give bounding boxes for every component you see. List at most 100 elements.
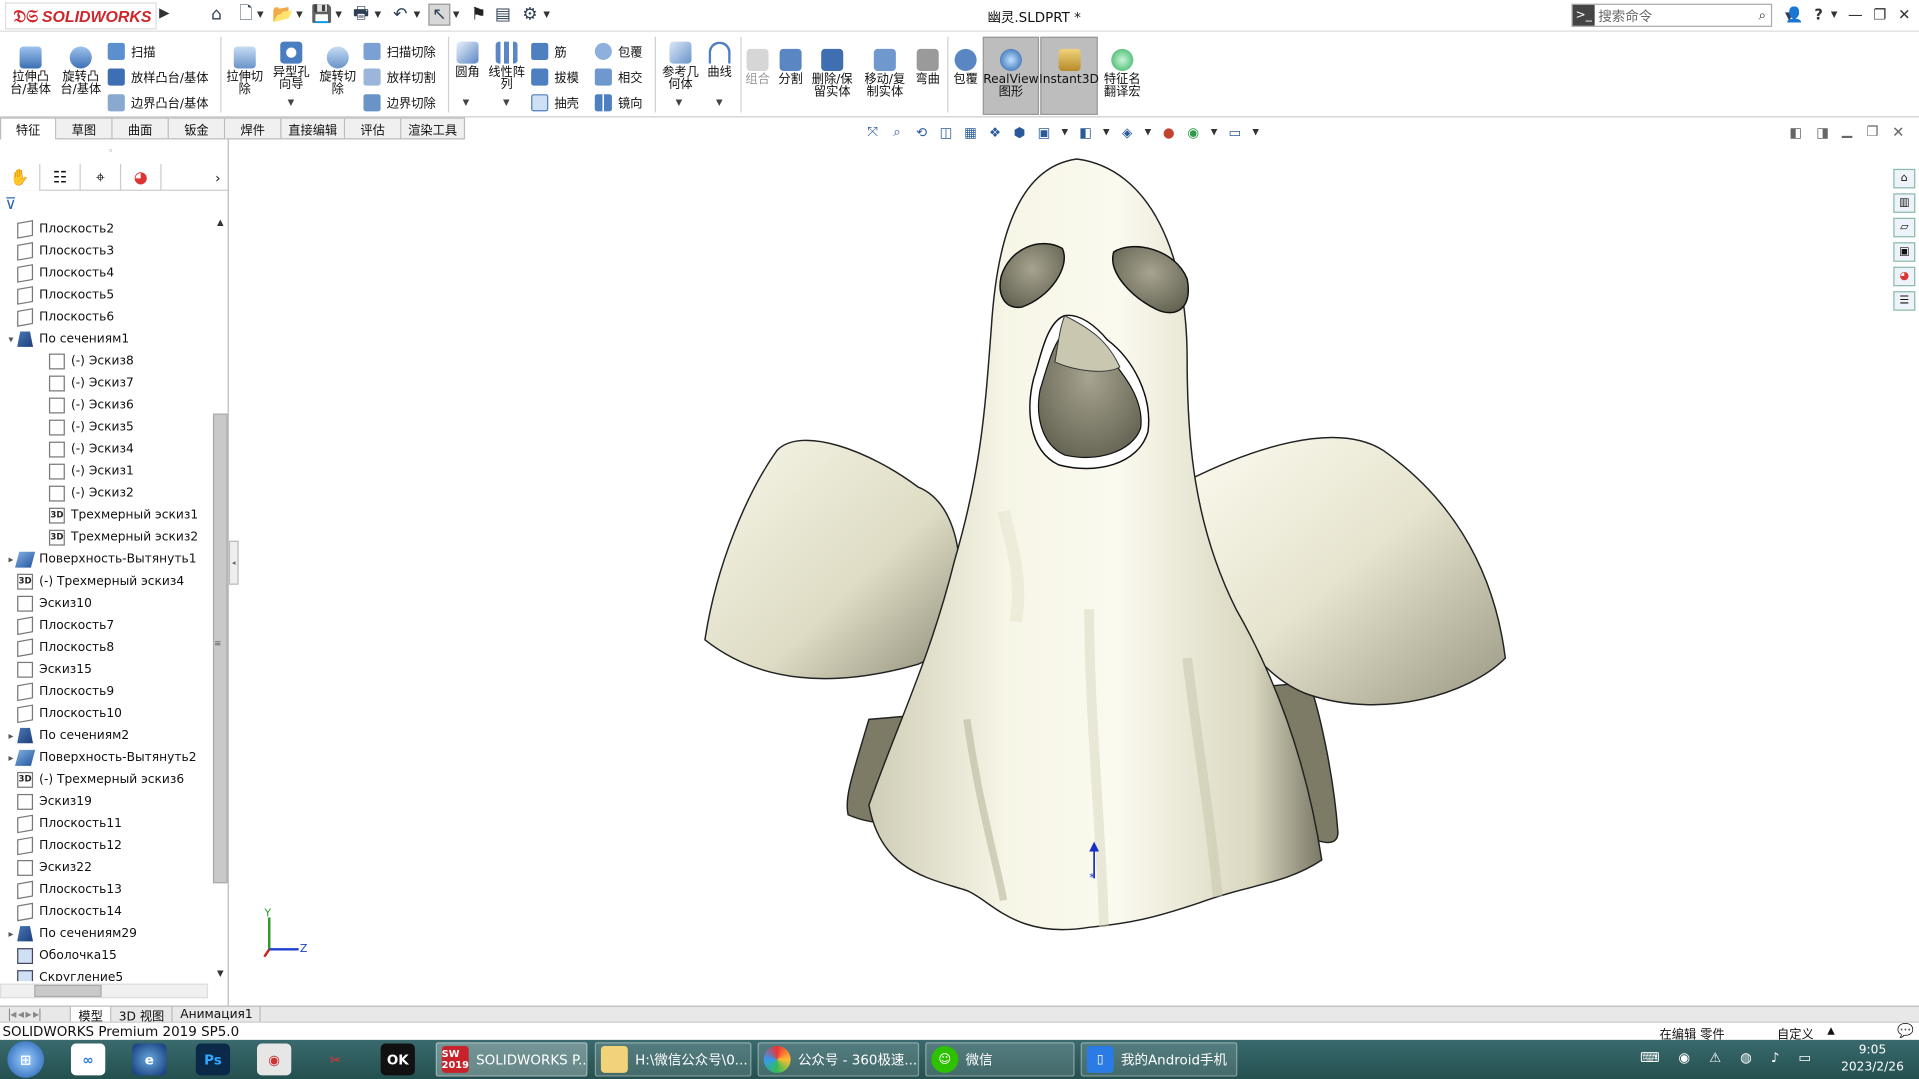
flex-button[interactable]: 弯曲 — [913, 48, 942, 87]
tree-node[interactable]: Эскиз15 — [5, 658, 92, 680]
tree-node[interactable]: Плоскость11 — [5, 812, 122, 834]
dropdown-icon[interactable]: ▼ — [1060, 124, 1070, 141]
fillet-button[interactable]: 圆角 — [453, 41, 482, 80]
revolve-boss-button[interactable]: 旋转凸 台/基体 — [58, 46, 105, 96]
tree-node[interactable]: 3D Трехмерный эскиз2 — [48, 526, 198, 548]
dropdown-icon[interactable]: ▼ — [503, 98, 510, 108]
baidu-netdisk-icon[interactable]: ∞ — [70, 1043, 106, 1076]
apply-scene-icon[interactable]: ◈ — [1119, 124, 1136, 141]
ghost-model[interactable]: * — [704, 158, 1507, 931]
tree-node[interactable]: 3D (-) Трехмерный эскиз6 — [5, 768, 184, 790]
dropdown-icon[interactable]: ▼ — [1209, 124, 1219, 141]
menu-expand-icon[interactable]: ▶ — [159, 5, 171, 27]
tab-3d-views[interactable]: 3D 视图 — [111, 1006, 173, 1024]
command-search[interactable]: >_ 搜索命令 ⌕ — [1571, 3, 1773, 27]
zoom-area-icon[interactable]: ⌕ — [889, 124, 906, 141]
new-document-icon[interactable]: 🗋 — [235, 4, 257, 26]
instant3d-button[interactable]: Instant3D — [1039, 48, 1099, 87]
extrude-boss-button[interactable]: 拉伸凸 台/基体 — [7, 46, 54, 96]
tab-render-tools[interactable]: 渲染工具 — [401, 117, 466, 140]
restore-icon[interactable]: ❐ — [1868, 4, 1892, 26]
loft-boss-button[interactable]: 放样凸台/基体 — [107, 67, 209, 86]
video-app-icon[interactable]: OK — [380, 1043, 415, 1076]
tree-node[interactable]: Эскиз19 — [5, 790, 92, 812]
tree-node[interactable]: Плоскость2 — [5, 218, 114, 240]
dynamic-annotation-icon[interactable]: ▦ — [962, 124, 979, 141]
section-view-icon[interactable]: ◫ — [937, 124, 954, 141]
hide-show-items-icon[interactable]: ▣ — [1035, 124, 1052, 141]
scroll-down-icon[interactable]: ▼ — [213, 969, 228, 981]
tree-node[interactable]: (-) Эскиз1 — [48, 460, 134, 482]
property-manager-tab-icon[interactable]: ☷ — [40, 163, 81, 191]
tree-node[interactable]: (-) Эскиз5 — [48, 416, 134, 438]
reference-geometry-button[interactable]: 参考几 何体 — [658, 41, 702, 92]
dropdown-icon[interactable]: ▼ — [257, 10, 264, 20]
horizontal-scroll-thumb[interactable] — [34, 984, 102, 998]
dropdown-icon[interactable]: ▼ — [1251, 124, 1261, 141]
expand-toggle-icon[interactable]: ▾ — [5, 333, 17, 344]
tree-node[interactable]: Плоскость4 — [5, 262, 114, 284]
tree-node[interactable]: 3D Трехмерный эскиз1 — [48, 504, 198, 526]
taskbar-explorer[interactable]: H:\微信公众号\0... — [594, 1042, 752, 1077]
combine-button[interactable]: 组合 — [744, 48, 771, 87]
dropdown-icon[interactable]: ▼ — [1143, 124, 1153, 141]
appearances-icon[interactable]: ◕ — [1893, 266, 1916, 287]
select-cursor-icon[interactable]: ↖ — [428, 3, 451, 26]
solidworks-resources-icon[interactable]: ⌂ — [1893, 168, 1916, 189]
tab-sheet-metal[interactable]: 钣金 — [168, 117, 226, 140]
swept-cut-button[interactable]: 扫描切除 — [363, 42, 436, 60]
home-icon[interactable]: ⌂ — [206, 4, 228, 26]
tree-node[interactable]: ▾ По сечениям1 — [5, 328, 129, 350]
user-account-icon[interactable]: 👤 — [1782, 4, 1806, 26]
tree-node[interactable]: Эскиз10 — [5, 592, 92, 614]
save-icon[interactable]: 💾 — [311, 4, 333, 26]
design-library-icon[interactable]: ▥ — [1893, 193, 1916, 213]
options-gear-icon[interactable]: ⚙ — [519, 4, 541, 26]
minimize-icon[interactable]: — — [1843, 4, 1867, 26]
wrap-body-button[interactable]: 包覆 — [951, 48, 980, 87]
tree-node[interactable]: Плоскость13 — [5, 878, 122, 900]
file-properties-icon[interactable]: ▤ — [492, 4, 514, 26]
dropdown-icon[interactable]: ▼ — [716, 98, 723, 108]
viewport-expand-icon[interactable]: ◨ — [1816, 125, 1829, 141]
tree-node[interactable]: (-) Эскиз6 — [48, 394, 134, 416]
start-button-icon[interactable]: ⊞ — [7, 1041, 45, 1078]
tab-direct-editing[interactable]: 直接编辑 — [281, 117, 346, 140]
expand-toggle-icon[interactable]: ▸ — [5, 730, 17, 741]
taskbar-wechat[interactable]: ☺ 微信 — [925, 1042, 1075, 1077]
dropdown-icon[interactable]: ▼ — [453, 10, 460, 20]
viewport-collapse-icon[interactable]: ◧ — [1789, 125, 1802, 141]
tree-node[interactable]: Плоскость5 — [5, 284, 114, 306]
tree-node[interactable]: Плоскость12 — [5, 834, 122, 856]
dropdown-icon[interactable]: ▼ — [296, 10, 303, 20]
previous-view-icon[interactable]: ⟲ — [913, 124, 930, 141]
taskbar-360-browser[interactable]: 公众号 - 360极速... — [757, 1042, 920, 1077]
tab-sketch[interactable]: 草图 — [56, 117, 113, 140]
feature-manager-tab-icon[interactable]: ✋ — [0, 163, 41, 191]
dropdown-icon[interactable]: ▼ — [288, 98, 295, 108]
sweep-button[interactable]: 扫描 — [107, 42, 155, 60]
tree-node[interactable]: (-) Эскиз4 — [48, 438, 134, 460]
tree-node[interactable]: 3D (-) Трехмерный эскиз4 — [5, 570, 184, 592]
tab-features[interactable]: 特征 — [0, 117, 57, 140]
help-icon[interactable]: ? — [1806, 4, 1830, 26]
tab-evaluate[interactable]: 评估 — [345, 117, 402, 140]
tree-node[interactable]: Плоскость10 — [5, 702, 122, 724]
tree-node[interactable]: Плоскость8 — [5, 636, 114, 658]
hole-wizard-button[interactable]: 异型孔 向导 — [268, 41, 315, 92]
print-icon[interactable]: 🖶 — [350, 4, 372, 26]
tree-node[interactable]: ▸ Поверхность-Вытянуть2 — [5, 746, 197, 768]
dropdown-icon[interactable]: ▼ — [543, 10, 550, 20]
taskbar-clock[interactable]: 9:05 2023/2/26 — [1836, 1042, 1909, 1076]
traffic-light-icon[interactable]: ⚑ — [468, 4, 490, 26]
viewport-close-icon[interactable]: ✕ — [1892, 124, 1904, 141]
extrude-cut-button[interactable]: 拉伸切 除 — [224, 46, 266, 96]
dropdown-icon[interactable]: ▼ — [374, 10, 381, 20]
revolve-cut-button[interactable]: 旋转切 除 — [316, 46, 360, 96]
wrap-button[interactable]: 包覆 — [594, 42, 643, 60]
undo-icon[interactable]: ↶ — [389, 4, 411, 26]
tab-motion-study[interactable]: Анимация1 — [173, 1006, 262, 1023]
tree-node[interactable]: Скругление5 — [5, 966, 123, 982]
dropdown-icon[interactable]: ▼ — [676, 98, 683, 108]
screenshot-tool-icon[interactable]: ✂ — [318, 1044, 352, 1076]
